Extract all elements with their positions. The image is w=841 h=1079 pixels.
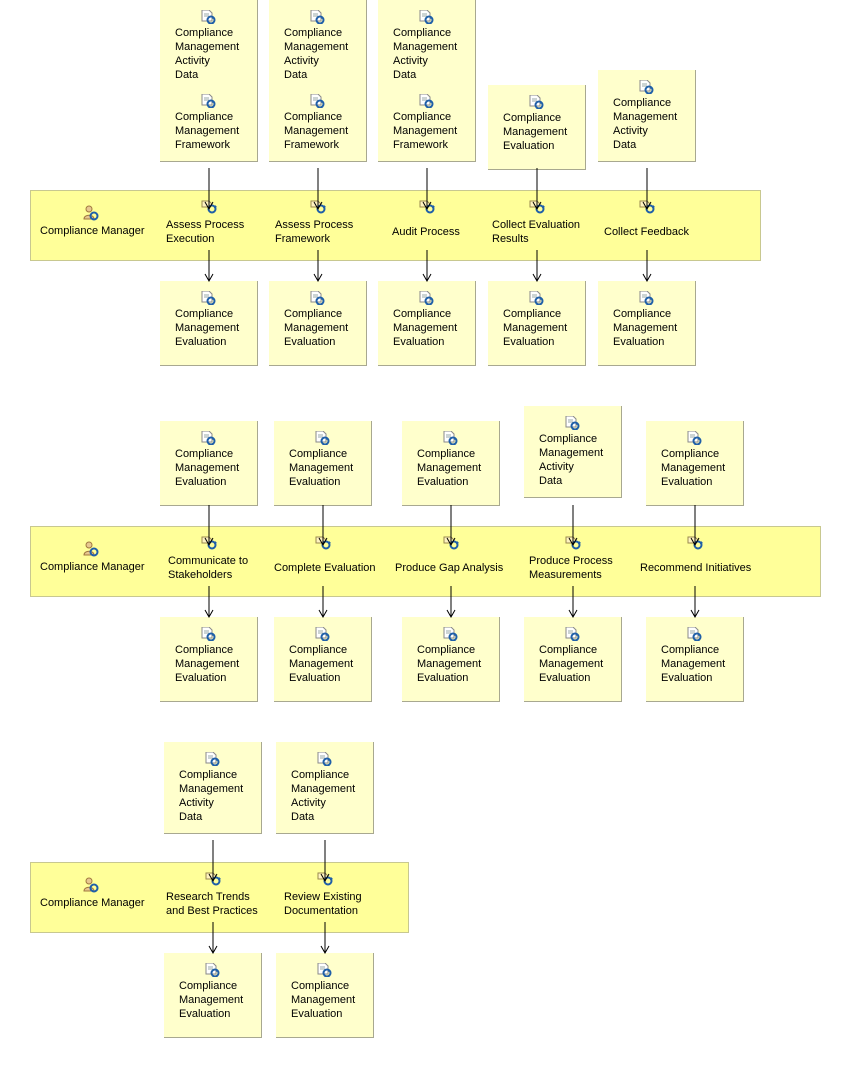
connector-layer [204,168,700,955]
